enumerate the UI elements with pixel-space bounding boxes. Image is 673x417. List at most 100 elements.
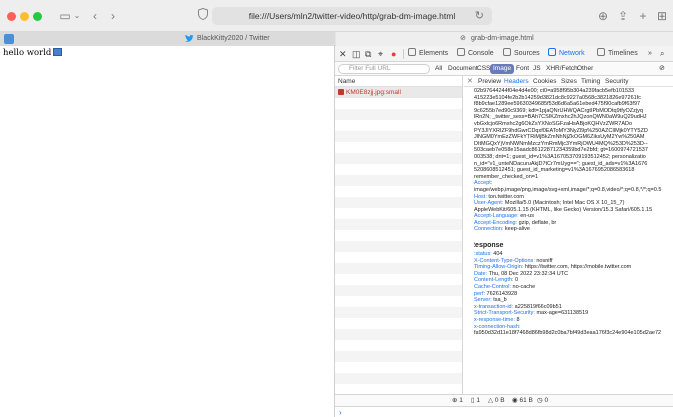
request-row-selected[interactable]: KM0E8zjj.jpg:small <box>335 87 462 98</box>
transferred-size-value: 0 B <box>494 397 505 404</box>
empty-row <box>335 175 462 186</box>
sidebar-toggle-icon[interactable]: ▭ <box>58 8 72 24</box>
detail-tab-sizes[interactable]: Sizes <box>561 76 577 87</box>
header-row: Accept-Language: en-us <box>474 213 673 220</box>
detail-tab-cookies[interactable]: Cookies <box>533 76 556 87</box>
globe-icon: ⊘ <box>460 35 466 42</box>
tab-elements[interactable]: Elements <box>408 46 448 62</box>
header-key: Timing-Allow-Origin <box>474 264 522 271</box>
header-key: Accept <box>474 180 491 187</box>
filter-all[interactable]: All <box>432 64 445 74</box>
privacy-shield-icon[interactable] <box>198 8 208 20</box>
header-key: Content-Length <box>474 277 512 284</box>
header-value: 8 <box>516 317 520 323</box>
sidebar-icon <box>4 34 14 44</box>
chevron-down-icon[interactable]: ⌄ <box>73 8 81 24</box>
filter-image[interactable]: Image <box>490 64 515 74</box>
name-column-header[interactable]: Name <box>335 76 462 87</box>
close-inspector-icon[interactable]: ✕ <box>339 46 347 62</box>
header-row: User-Agent: Mozilla/5.0 (Macintosh; Inte… <box>474 200 673 213</box>
cookie-value-line: remember_checked_on=1 <box>474 173 539 180</box>
dock-icon[interactable]: ◫ <box>352 46 361 62</box>
tab-separator <box>403 49 404 59</box>
tab-elements-label: Elements <box>419 50 449 57</box>
web-inspector: ✕ ◫ ⧉ ⌖ ● Elements Console Sources Netwo… <box>334 46 673 417</box>
cookie-header-value: 02b97644244f04e4d4e00; ct0=a958f95b304a2… <box>474 88 673 180</box>
more-tabs-button[interactable]: » <box>648 46 652 62</box>
header-value: 7626143928 <box>486 290 518 297</box>
address-bar[interactable]: file:///Users/mln2/twitter-video/http/gr… <box>212 7 492 25</box>
header-value: nosniff <box>536 257 553 264</box>
undock-icon[interactable]: ⧉ <box>365 46 371 62</box>
tab-sources[interactable]: Sources <box>503 46 540 62</box>
dm-image-thumbnail <box>53 48 63 56</box>
empty-row <box>335 131 462 142</box>
header-key: User-Agent <box>474 200 502 207</box>
cookie-value-line: 415223e5104fe2b2b14259d3821dc8c9227a0568… <box>474 94 641 101</box>
downloads-icon[interactable]: ⊕ <box>597 8 609 24</box>
header-value: no-cache <box>512 284 536 291</box>
new-tab-icon[interactable]: + <box>637 8 649 24</box>
network-filter-bar: Filter Full URL All Document CSS Image F… <box>335 62 673 76</box>
clear-filter-icon[interactable]: ⊘ <box>656 64 668 74</box>
detail-tab-headers[interactable]: Headers <box>504 76 529 87</box>
detail-tab-preview[interactable]: Preview <box>478 76 501 87</box>
reload-icon[interactable]: ↻ <box>475 8 484 24</box>
close-details-icon[interactable]: ✕ <box>467 76 473 87</box>
headers-panel: 02b97644244f04e4d4e00; ct0=a958f95b304a2… <box>474 88 673 394</box>
header-value: 0 <box>514 277 519 284</box>
header-row: X-Content-Type-Options: nosniff <box>474 258 673 265</box>
search-icon[interactable]: ⌕ <box>660 46 664 62</box>
empty-row <box>335 208 462 219</box>
cookie-value-line: f8b9cfae1289ee59630349685f53d6d6a5a61ebe… <box>474 101 641 108</box>
header-key: Cache-Control <box>474 284 510 291</box>
tab-console[interactable]: Console <box>457 46 494 62</box>
filter-js[interactable]: JS <box>530 64 544 74</box>
close-window-button[interactable] <box>7 12 16 21</box>
header-key: Date <box>474 270 486 277</box>
header-key: :status <box>474 251 491 258</box>
cookie-value-line: n_id="v1_unteNDacuruAkjD7tCr7mUyg=="; gu… <box>474 160 648 167</box>
share-icon[interactable]: ⇪ <box>617 8 629 24</box>
header-row: Cache-Control: no-cache <box>474 284 673 291</box>
empty-row <box>335 351 462 362</box>
header-value: tsa_b <box>493 297 507 304</box>
forward-button[interactable]: › <box>108 8 118 24</box>
cookie-value-line: 503caeb7e058e15aadc86122871234359bd7e2bf… <box>474 147 648 154</box>
header-row: Server: tsa_b <box>474 297 673 304</box>
header-value: gzip, deflate, br <box>518 219 557 226</box>
error-icon[interactable]: ● <box>391 46 396 62</box>
header-key: Strict-Transport-Security <box>474 310 534 317</box>
detail-tab-timing[interactable]: Timing <box>581 76 600 87</box>
tab-timelines[interactable]: Timelines <box>597 46 638 62</box>
cookie-value-line: lRn2N; _twitter_sess=BAh7CSIKZmxhc2hJQzo… <box>474 114 647 121</box>
tab-grab-dm-image[interactable]: ⊘ grab-dm-image.html <box>336 32 673 46</box>
filter-other[interactable]: Other <box>574 64 596 74</box>
empty-row <box>335 274 462 285</box>
tab-twitter[interactable]: BlackKitty2020 / Twitter <box>0 32 335 46</box>
console-prompt-bar[interactable]: › <box>335 406 673 417</box>
devtools-tab-bar: ✕ ◫ ⧉ ⌖ ● Elements Console Sources Netwo… <box>335 46 673 62</box>
console-icon <box>457 48 465 56</box>
network-icon <box>548 48 556 56</box>
zoom-window-button[interactable] <box>33 12 42 21</box>
tab-strip: BlackKitty2020 / Twitter ⊘ grab-dm-image… <box>0 32 673 46</box>
tab-network[interactable]: Network <box>548 46 585 62</box>
page-content: hello world <box>3 48 63 58</box>
tab-console-label: Console <box>468 50 494 57</box>
element-picker-icon[interactable]: ⌖ <box>378 46 383 62</box>
minimize-window-button[interactable] <box>20 12 29 21</box>
filter-url-input[interactable]: Filter Full URL <box>338 64 430 74</box>
cookie-value-line: DItMGQxYjVmNWNmMzczYmRmMjc3YmRjOWU4MQ%25… <box>474 140 648 147</box>
detail-tab-security[interactable]: Security <box>605 76 628 87</box>
empty-row <box>335 120 462 131</box>
cookie-value-line: 9c6255b7ed90c9369; kdt=1pjaQNrUHWQACrgtI… <box>474 107 643 114</box>
empty-row <box>335 285 462 296</box>
tab-overview-icon[interactable]: ⊞ <box>655 8 669 24</box>
header-key: Accept-Encoding <box>474 219 516 226</box>
back-button[interactable]: ‹ <box>90 8 100 24</box>
resources-count: ▯ 1 <box>471 397 481 404</box>
request-list: Name KM0E8zjj.jpg:small <box>335 76 463 394</box>
response-headers-list: :status: 404 X-Content-Type-Options: nosn… <box>474 251 673 337</box>
header-key: Connection <box>474 226 502 233</box>
